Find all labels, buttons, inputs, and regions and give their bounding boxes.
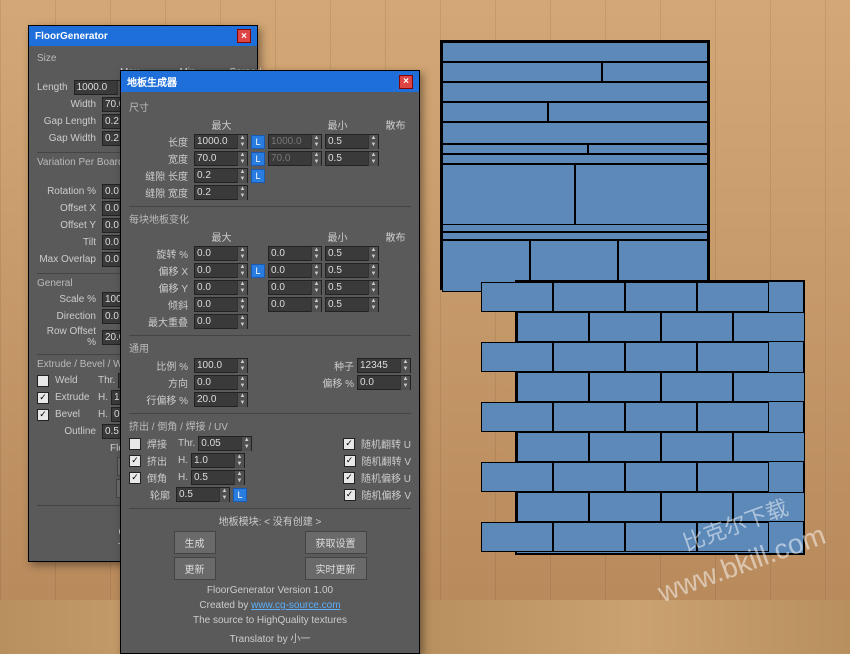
realtime-button[interactable]: 实时更新 [305,557,367,580]
offu-checkbox[interactable]: ✓ [343,472,355,484]
gap-width-label: Gap Width [37,133,99,144]
length-min-spinner[interactable]: ▲▼ [268,134,322,149]
lock-icon[interactable]: L [251,264,265,278]
lock-icon[interactable]: L [251,135,265,149]
rot-max-spinner[interactable]: ▲▼ [194,246,248,261]
section-variation: 每块地板变化 [129,211,411,226]
length-label: Length [37,82,71,93]
bevel-h-spinner[interactable]: ▲▼ [191,470,245,485]
titlebar[interactable]: FloorGenerator × [29,26,257,46]
offv-checkbox[interactable]: ✓ [344,489,356,501]
floorgenerator-window-cn: 地板生成器 × 尺寸 最大最小散布 长度 ▲▼ L ▲▼ ▲▼ 宽度 ▲▼ L … [120,70,420,654]
oy-max-spinner[interactable]: ▲▼ [194,280,248,295]
length-max-spinner[interactable]: ▲▼ [194,134,248,149]
offset-spinner[interactable]: ▲▼ [357,375,411,390]
oy-spread-spinner[interactable]: ▲▼ [325,280,379,295]
update-button[interactable]: 更新 [174,557,216,580]
bevel-checkbox[interactable]: ✓ [129,472,141,484]
length-spread-spinner[interactable]: ▲▼ [325,134,379,149]
lock-icon[interactable]: L [251,169,265,183]
width-label: Width [37,99,99,110]
window-title: FloorGenerator [35,31,108,42]
ox-max-spinner[interactable]: ▲▼ [194,263,248,278]
ox-spread-spinner[interactable]: ▲▼ [325,263,379,278]
weld-checkbox[interactable] [129,438,141,450]
section-size: 尺寸 [129,99,411,114]
extrude-h-spinner[interactable]: ▲▼ [191,453,245,468]
section-general: 通用 [129,340,411,355]
gap-length-label: Gap Length [37,116,99,127]
flipu-checkbox[interactable]: ✓ [343,438,355,450]
section-size: Size [37,53,249,64]
rowoffset-spinner[interactable]: ▲▼ [194,392,248,407]
width-spread-spinner[interactable]: ▲▼ [325,151,379,166]
ox-min-spinner[interactable]: ▲▼ [268,263,322,278]
tilt-min-spinner[interactable]: ▲▼ [268,297,322,312]
direction-spinner[interactable]: ▲▼ [194,375,248,390]
bevel-checkbox[interactable]: ✓ [37,409,49,421]
getsettings-button[interactable]: 获取设置 [305,531,367,554]
gap-width-spinner[interactable]: ▲▼ [194,185,248,200]
width-max-spinner[interactable]: ▲▼ [194,151,248,166]
close-icon[interactable]: × [237,29,251,43]
lock-icon[interactable]: L [233,488,247,502]
tilt-max-spinner[interactable]: ▲▼ [194,297,248,312]
source-link[interactable]: www.cg-source.com [251,600,340,611]
gap-length-spinner[interactable]: ▲▼ [194,168,248,183]
weld-thr-spinner[interactable]: ▲▼ [198,436,252,451]
extrude-checkbox[interactable]: ✓ [129,455,141,467]
extrude-checkbox[interactable]: ✓ [37,392,49,404]
flipv-checkbox[interactable]: ✓ [344,455,356,467]
close-icon[interactable]: × [399,75,413,89]
rot-spread-spinner[interactable]: ▲▼ [325,246,379,261]
tilt-spread-spinner[interactable]: ▲▼ [325,297,379,312]
maxoverlap-spinner[interactable]: ▲▼ [194,314,248,329]
floor-preview-2: document.write(Array.from({length:9},(_,… [515,280,805,555]
width-min-spinner[interactable]: ▲▼ [268,151,322,166]
oy-min-spinner[interactable]: ▲▼ [268,280,322,295]
lock-icon[interactable]: L [251,152,265,166]
seed-spinner[interactable]: ▲▼ [357,358,411,373]
create-button[interactable]: 生成 [174,531,216,554]
rot-min-spinner[interactable]: ▲▼ [268,246,322,261]
floor-preview-1 [440,40,710,290]
window-title: 地板生成器 [127,74,177,89]
section-extrude: 挤出 / 倒角 / 焊接 / UV [129,418,411,433]
outline-spinner[interactable]: ▲▼ [176,487,230,502]
scale-spinner[interactable]: ▲▼ [194,358,248,373]
weld-checkbox[interactable] [37,375,49,387]
titlebar[interactable]: 地板生成器 × [121,71,419,92]
